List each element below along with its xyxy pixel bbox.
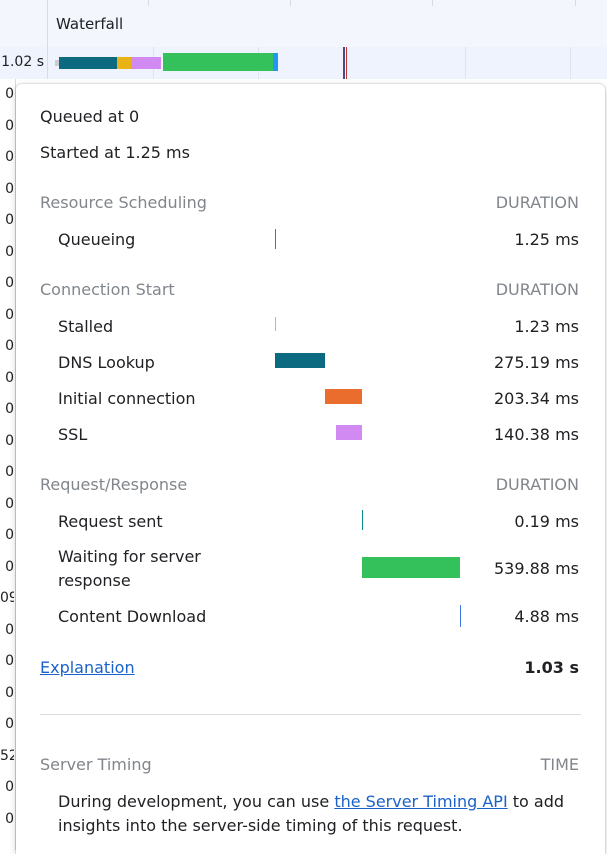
total-duration: 1.03 s [524,658,579,677]
column-separator[interactable] [47,0,48,47]
section-title-request-response: Request/Response [40,475,188,494]
timing-bar-queueing [275,229,276,249]
server-timing-api-link[interactable]: the Server Timing API [334,792,507,811]
timing-value-waiting: 539.88 ms [494,559,579,578]
left-column-value: 0 [5,464,14,480]
time-header: TIME [540,755,579,774]
timing-label-initial-connection: Initial connection [58,389,196,408]
waterfall-column-header[interactable]: Waterfall [56,15,123,33]
left-column-value: 0 [5,306,14,323]
waterfall-segment-waiting [163,53,273,71]
timing-bar-content-download [460,605,461,627]
left-column-value: 0 [5,779,14,795]
timing-value-dns-lookup: 275.19 ms [494,353,579,372]
timing-label-waiting-line2: response [58,571,131,590]
timeline-gridline [570,47,571,79]
timing-value-request-sent: 0.19 ms [514,512,579,531]
network-table-header: Waterfall [0,0,607,48]
left-column-value: 0 [5,527,14,543]
timing-bar-waiting [362,557,460,578]
left-column-value: 0 [5,338,14,354]
timeline-tick [148,0,149,6]
timing-value-queueing: 1.25 ms [514,230,579,249]
left-column-value: 09 [0,590,14,606]
section-title-server-timing: Server Timing [40,755,152,774]
duration-header: DURATION [495,475,579,494]
left-column-value: 0 [5,180,14,197]
waterfall-segment-connection [117,57,131,69]
left-column-value: 0 [5,401,14,417]
queued-at: Queued at 0 [40,107,140,126]
explanation-link[interactable]: Explanation [40,658,135,677]
left-column-value: 0 [5,716,14,732]
duration-header: DURATION [495,280,579,299]
server-timing-description: During development, you can use the Serv… [58,790,578,838]
left-column-value: 0 [5,558,14,575]
timing-label-queueing: Queueing [58,230,136,249]
timeline-tick [290,0,291,6]
timing-value-initial-connection: 203.34 ms [494,389,579,408]
duration-header: DURATION [495,193,579,212]
timing-bar-ssl [336,425,362,440]
timing-label-content-download: Content Download [58,607,207,626]
left-column-value: 0 [5,810,14,827]
waterfall-segment-ssl [131,57,161,69]
left-column-value: 0 [5,369,14,386]
timing-label-waiting: Waiting for server [58,547,201,566]
timeline-tick [432,0,433,6]
left-column-value: 0 [5,495,14,512]
timing-value-content-download: 4.88 ms [514,607,579,626]
divider [40,714,581,715]
started-at: Started at 1.25 ms [40,143,190,162]
left-column-value: 0 [5,275,14,291]
left-column-value: 0 [5,149,14,165]
timing-bar-initial-connection [325,389,362,404]
timing-bar-request-sent [362,510,363,530]
request-time: 1.02 s [1,54,44,70]
waterfall-segment-download [273,53,278,71]
timing-bar-dns-lookup [275,353,325,368]
section-title-connection-start: Connection Start [40,280,175,299]
section-title-resource-scheduling: Resource Scheduling [40,193,207,212]
timing-value-stalled: 1.23 ms [514,317,579,336]
left-column-value: 0 [5,86,14,102]
left-column-value: 0 [5,621,14,638]
left-column-value: 0 [5,243,14,260]
timeline-tick [575,0,576,6]
timing-label-request-sent: Request sent [58,512,163,531]
left-column-value: 0 [5,653,14,669]
column-separator [47,47,48,79]
waterfall-segment-dns [59,57,117,69]
left-column-value: 52 [0,747,14,764]
timing-bar-stalled [275,317,276,331]
timing-value-ssl: 140.38 ms [494,425,579,444]
left-column-value: 0 [5,117,14,134]
timing-label-ssl: SSL [58,425,88,444]
left-column-value: 0 [5,684,14,701]
timing-label-dns-lookup: DNS Lookup [58,353,155,372]
timeline-gridline [465,47,466,79]
dom-content-loaded-line [343,47,345,79]
left-column-value: 0 [5,432,14,449]
server-timing-text-before: During development, you can use [58,792,335,811]
timing-popover: Queued at 0 Started at 1.25 ms Resource … [16,84,605,854]
timing-label-stalled: Stalled [58,317,114,336]
load-event-line [346,47,347,79]
left-column-value: 0 [5,212,14,228]
